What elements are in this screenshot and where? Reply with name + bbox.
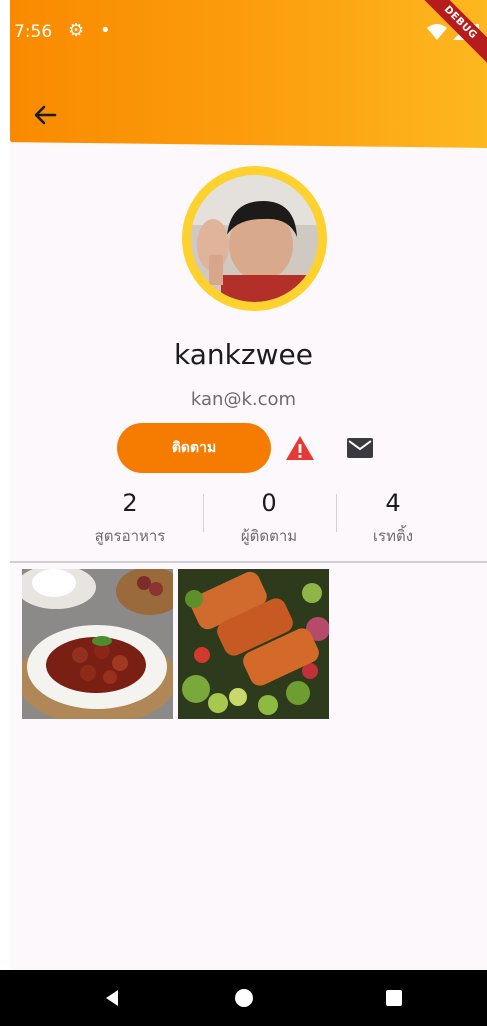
stats-row: 2 สูตรอาหาร 0 ผู้ติดตาม 4 เรทติ้ง [10,486,487,552]
nav-home-icon[interactable] [232,986,256,1010]
stat-rating-label: เรทติ้ง [372,527,414,545]
avatar-ring [182,166,327,311]
stat-followers: 0 ผู้ติดตาม [204,486,334,548]
stat-recipes-value: 2 [122,489,138,517]
recipe-thumbnail-2[interactable] [178,569,329,719]
notification-dot-icon: • [100,20,111,41]
stat-followers-label: ผู้ติดตาม [240,527,298,545]
stat-followers-value: 0 [261,489,277,517]
system-nav-bar [0,970,487,1026]
status-bar: 7:56 ⚙ • DEBUG [10,0,487,76]
report-warning-icon[interactable] [285,434,315,462]
recipe-image-pork [22,569,173,719]
avatar [191,175,318,302]
nav-recents-icon[interactable] [382,986,406,1010]
stat-recipes: 2 สูตรอาหาร [65,486,195,548]
settings-icon: ⚙ [68,20,85,41]
status-time: 7:56 [14,22,53,42]
stat-recipes-label: สูตรอาหาร [94,527,166,545]
username: kankzwee [174,338,313,371]
follow-button[interactable]: ติดตาม [117,423,271,473]
back-arrow-icon[interactable] [30,100,60,130]
recipe-image-salmon [178,569,329,719]
profile-screen: 7:56 ⚙ • DEBUG kankzwee kan@k.com ติดตาม [10,0,487,1026]
user-email: kan@k.com [190,389,297,410]
section-divider [10,561,487,563]
stat-rating-value: 4 [385,489,401,517]
avatar-photo [191,175,318,302]
recipe-thumbnail-1[interactable] [22,569,173,719]
nav-back-icon[interactable] [100,986,124,1010]
mail-icon[interactable] [346,436,374,460]
stat-rating: 4 เรทติ้ง [328,486,458,548]
